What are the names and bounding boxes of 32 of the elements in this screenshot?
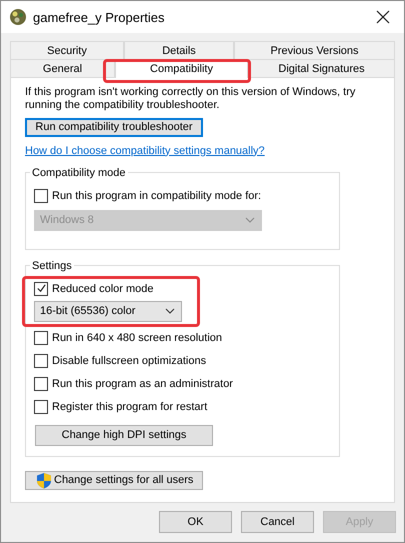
- shield-icon: [36, 472, 52, 489]
- app-icon: [9, 8, 27, 26]
- tab[interactable]: Previous Versions: [234, 41, 395, 59]
- checkbox[interactable]: [34, 400, 48, 414]
- chevron-down-icon: [245, 217, 255, 224]
- tab[interactable]: General: [10, 59, 115, 77]
- intro-text: If this program isn't working correctly on this version of Windows, try running the compatibility troubleshooter.: [25, 86, 356, 112]
- checkbox[interactable]: [34, 354, 48, 368]
- checkbox[interactable]: [34, 330, 48, 345]
- checkbox[interactable]: [34, 282, 48, 296]
- checkbox-label: Run this program in compatibility mode for:: [52, 190, 262, 202]
- checkbox[interactable]: [34, 376, 48, 391]
- all-users-button[interactable]: Change settings for all users: [25, 470, 203, 490]
- dialog-button[interactable]: Cancel: [241, 511, 314, 533]
- checkbox-label: Register this program for restart: [52, 400, 208, 413]
- tab[interactable]: Digital Signatures: [248, 59, 395, 77]
- troubleshooter-button[interactable]: Run compatibility troubleshooter: [25, 118, 203, 137]
- help-link[interactable]: How do I choose compatibility settings manually?: [25, 144, 265, 157]
- checkbox-label: Run in 640 x 480 screen resolution: [52, 332, 222, 344]
- color-dropdown[interactable]: 16-bit (65536) color: [34, 300, 182, 322]
- chevron-down-icon: [165, 308, 175, 314]
- group-title: Settings: [31, 260, 73, 272]
- close-icon[interactable]: [376, 10, 390, 24]
- checkbox-label: Disable fullscreen optimizations: [52, 354, 206, 367]
- dialog-button[interactable]: OK: [159, 511, 232, 533]
- window-title: gamefree_y Properties: [33, 10, 166, 24]
- checkbox-label: Reduced color mode: [52, 282, 154, 295]
- group-title: Compatibility mode: [31, 166, 127, 179]
- tab[interactable]: Security: [10, 41, 124, 59]
- tab[interactable]: Details: [124, 41, 234, 59]
- checkbox-label: Run this program as an administrator: [52, 378, 233, 390]
- dpi-settings-button[interactable]: Change high DPI settings: [35, 424, 213, 446]
